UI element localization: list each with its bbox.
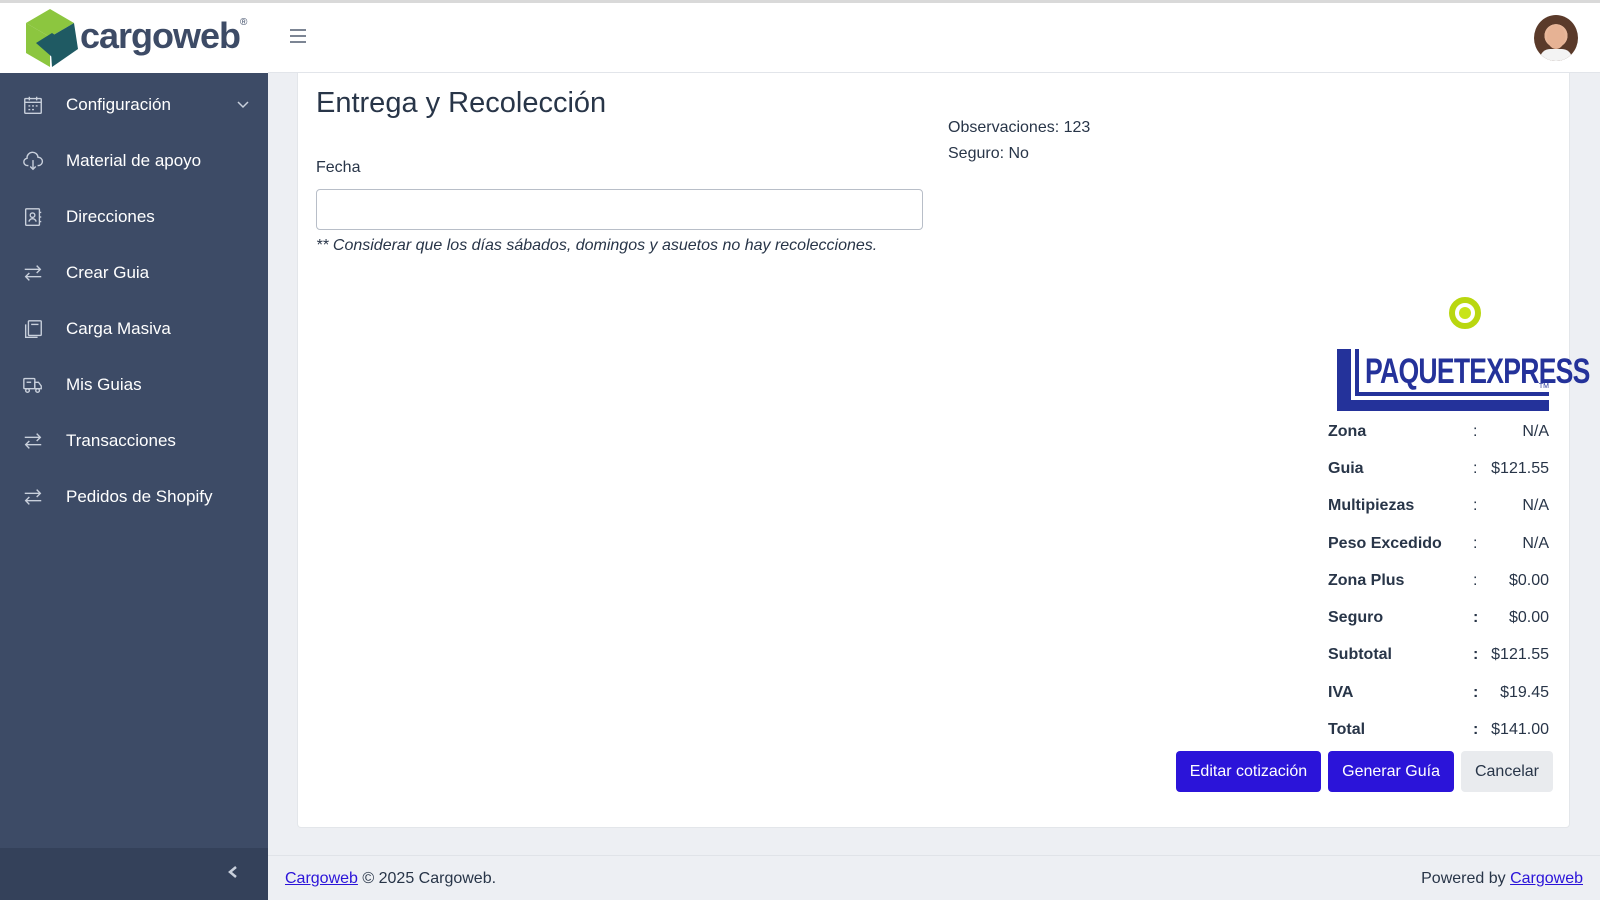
summary-colon: : [1473,571,1478,589]
sidebar-item-direcciones[interactable]: Direcciones [0,189,268,245]
brand-logo[interactable]: cargoweb ® [0,3,268,73]
sidebar-item-carga-masiva[interactable]: Carga Masiva [0,301,268,357]
brand-name: cargoweb [80,15,241,56]
summary-colon: : [1473,497,1478,515]
summary-row-guia: Guia : $121.55 [1328,450,1549,487]
summary-label: Multipiezas [1328,497,1415,515]
calendar-icon [22,94,44,116]
sidebar-item-crear-guia[interactable]: Crear Guia [0,245,268,301]
shipment-details: Observaciones: 123 Seguro: No [948,115,1090,167]
summary-value: N/A [1522,534,1549,552]
sidebar-item-label: Carga Masiva [66,319,171,338]
cargoweb-logo-icon [26,9,78,67]
summary-row-total: Total : $141.00 [1328,711,1549,748]
edit-quote-button[interactable]: Editar cotización [1175,751,1322,792]
summary-value: N/A [1522,422,1549,440]
summary-value: $0.00 [1508,609,1549,627]
registered-mark: ® [240,16,248,28]
summary-colon: : [1473,721,1479,739]
summary-label: Guia [1328,459,1364,477]
sidebar-item-configuracion[interactable]: Configuración [0,77,268,133]
page-footer: Cargoweb © 2025 Cargoweb. Powered by Car… [268,855,1600,900]
sidebar-item-material-de-apoyo[interactable]: Material de apoyo [0,133,268,189]
user-avatar[interactable] [1534,15,1578,61]
sidebar-item-label: Crear Guia [66,263,150,282]
summary-label: Seguro [1328,609,1384,627]
footer-copyright-text: © 2025 Cargoweb. [357,870,497,887]
cloud-download-icon [22,150,44,172]
quote-summary: Zona : N/A Guia : $121.55 Multipiezas : … [1328,413,1549,749]
main-card: Entrega y Recolección Fecha ** Considera… [297,73,1590,828]
summary-value: $141.00 [1491,721,1549,739]
summary-value: $121.55 [1491,646,1549,664]
arrows-exchange-icon [22,262,44,284]
sidebar-item-label: Transacciones [66,431,176,450]
action-buttons: Editar cotización Generar Guía Cancelar [1175,751,1553,792]
carrier-name: PAQUETEXPRESS [1365,352,1590,391]
footer-copyright: Cargoweb © 2025 Cargoweb. [285,870,496,888]
copy-icon [22,318,44,340]
pointer-indicator [1449,297,1481,329]
sidebar: cargoweb ® Configuración Material de apo… [0,3,268,900]
summary-row-peso-excedido: Peso Excedido : N/A [1328,525,1549,562]
summary-value: $0.00 [1508,571,1549,589]
topbar [268,3,1600,73]
arrows-exchange-icon [22,430,44,452]
summary-label: Zona [1328,422,1367,440]
summary-label: Subtotal [1328,646,1392,664]
summary-row-zona: Zona : N/A [1328,413,1549,450]
summary-row-iva: IVA : $19.45 [1328,674,1549,711]
fecha-label: Fecha [316,159,361,176]
sidebar-item-label: Configuración [66,95,171,114]
summary-row-seguro: Seguro : $0.00 [1328,599,1549,636]
summary-label: Peso Excedido [1328,534,1442,552]
seguro-text: Seguro: No [948,145,1029,162]
summary-value: $121.55 [1491,459,1549,477]
summary-colon: : [1473,609,1479,627]
summary-row-multipiezas: Multipiezas : N/A [1328,488,1549,525]
sidebar-item-label: Pedidos de Shopify [66,487,213,506]
paquetexpress-logo: PAQUETEXPRESS TM [1337,349,1590,411]
footer-powered-text: Powered by [1421,870,1511,887]
carrier-tm: TM [1538,383,1549,390]
sidebar-item-mis-guias[interactable]: Mis Guias [0,357,268,413]
observaciones-text: Observaciones: 123 [948,119,1091,136]
summary-value: $19.45 [1500,683,1549,701]
summary-colon: : [1473,422,1478,440]
summary-colon: : [1473,459,1478,477]
fecha-input[interactable] [316,189,923,230]
truck-icon [22,374,44,396]
chevron-down-icon[interactable] [236,97,250,117]
summary-colon: : [1473,683,1479,701]
summary-colon: : [1473,534,1478,552]
summary-label: Zona Plus [1328,571,1405,589]
page-title: Entrega y Recolección [316,87,607,119]
arrows-exchange-icon [22,486,44,508]
sidebar-nav: Configuración Material de apoyo Direccio… [0,73,268,525]
footer-powered-by: Powered by Cargoweb [1421,870,1583,888]
sidebar-item-label: Material de apoyo [66,151,202,170]
summary-label: IVA [1328,683,1354,701]
chevron-left-icon [226,865,240,884]
sidebar-item-pedidos-de-shopify[interactable]: Pedidos de Shopify [0,469,268,525]
generate-guide-button[interactable]: Generar Guía [1328,751,1454,792]
hamburger-icon[interactable] [290,29,306,47]
summary-row-zona-plus: Zona Plus : $0.00 [1328,562,1549,599]
sidebar-item-label: Mis Guias [66,375,142,394]
footer-cargoweb-link[interactable]: Cargoweb [285,870,358,887]
summary-row-subtotal: Subtotal : $121.55 [1328,637,1549,674]
sidebar-item-transacciones[interactable]: Transacciones [0,413,268,469]
fecha-note: ** Considerar que los días sábados, domi… [316,237,878,254]
summary-label: Total [1328,721,1366,739]
cancel-button[interactable]: Cancelar [1460,751,1553,792]
sidebar-collapse-button[interactable] [0,848,268,900]
summary-colon: : [1473,646,1479,664]
footer-powered-link[interactable]: Cargoweb [1510,870,1583,887]
sidebar-item-label: Direcciones [66,207,155,226]
address-book-icon [22,206,44,228]
summary-value: N/A [1522,497,1549,515]
